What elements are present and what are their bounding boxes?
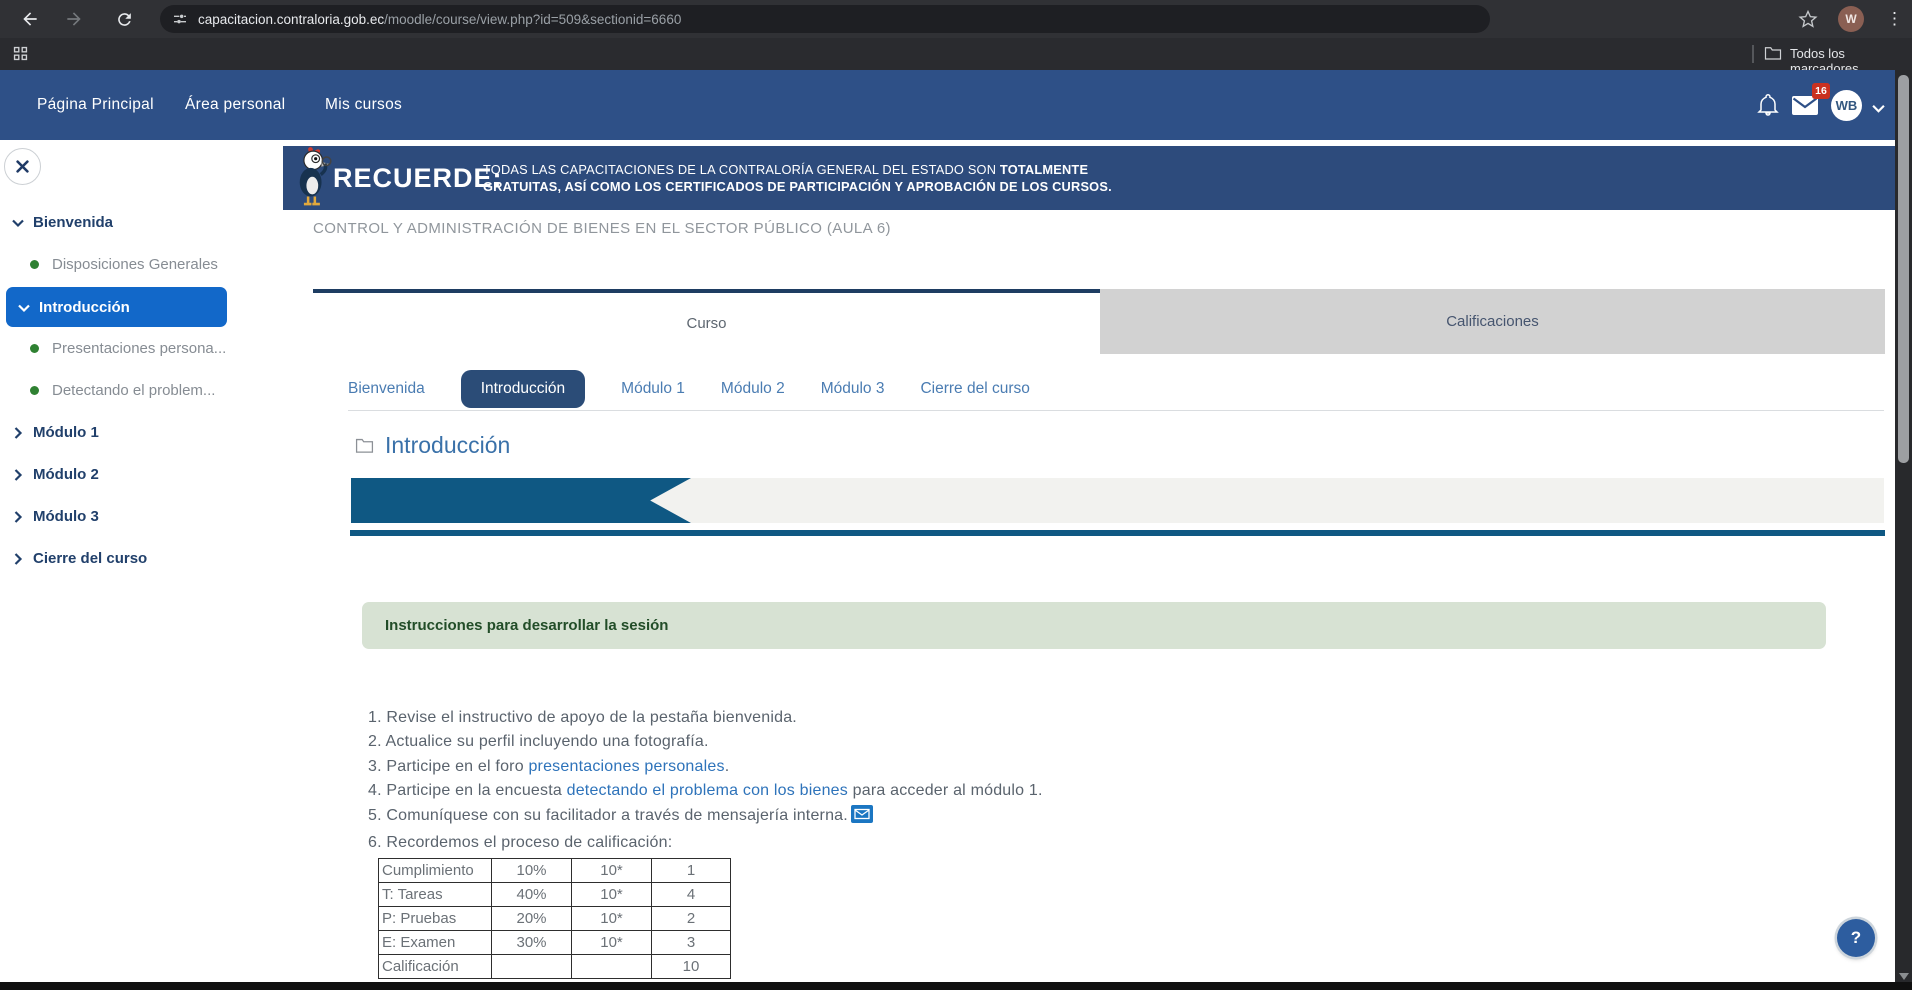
chevron-right-icon	[12, 468, 24, 480]
back-icon[interactable]	[18, 7, 42, 31]
ribbon-banner-shape	[351, 478, 691, 523]
list-item: 1. Revise el instructivo de apoyo de la …	[368, 706, 1043, 730]
completion-dot-icon	[30, 344, 39, 353]
subtab-cierre-del-curso[interactable]: Cierre del curso	[920, 380, 1029, 398]
browser-profile-avatar[interactable]: W	[1838, 6, 1864, 32]
bookmarks-bar: Todos los marcadores	[0, 38, 1912, 70]
subtab-modulo-1[interactable]: Módulo 1	[621, 380, 685, 398]
close-sidebar-button[interactable]	[4, 148, 41, 185]
course-index-sidebar: Bienvenida Disposiciones Generales Intro…	[0, 140, 283, 982]
section-heading-text: Introducción	[385, 432, 510, 459]
message-count-badge: 16	[1812, 83, 1830, 99]
bottom-edge-bar	[0, 982, 1912, 990]
sidebar-item-modulo-2[interactable]: Módulo 2	[0, 461, 283, 487]
user-avatar[interactable]: WB	[1831, 90, 1862, 121]
table-row: Cumplimiento 10% 10* 1	[379, 859, 731, 883]
instructions-list: 1. Revise el instructivo de apoyo de la …	[368, 706, 1043, 855]
subtabs-divider	[348, 410, 1884, 411]
reload-icon[interactable]	[112, 7, 136, 31]
site-navbar: Página Principal Área personal Mis curso…	[0, 70, 1895, 140]
browser-toolbar: capacitacion.contraloria.gob.ec/moodle/c…	[0, 0, 1912, 38]
table-row: P: Pruebas 20% 10* 2	[379, 907, 731, 931]
course-main-area: RECUERDE: TODAS LAS CAPACITACIONES DE LA…	[283, 140, 1895, 982]
table-row: Calificación 10	[379, 955, 731, 979]
list-item: 5. Comuníquese con su facilitador a trav…	[368, 804, 1043, 831]
nav-mis-cursos[interactable]: Mis cursos	[325, 70, 402, 140]
chevron-right-icon	[12, 426, 24, 438]
page-scrollbar[interactable]	[1895, 70, 1912, 990]
user-menu-chevron-icon[interactable]	[1872, 100, 1885, 118]
sidebar-item-introduccion[interactable]: Introducción	[6, 287, 227, 327]
url-domain: capacitacion.contraloria.gob.ec	[198, 12, 384, 27]
sidebar-item-bienvenida[interactable]: Bienvenida	[0, 209, 283, 235]
sidebar-item-presentaciones-personales[interactable]: Presentaciones persona...	[0, 335, 283, 361]
table-row: E: Examen 30% 10* 3	[379, 931, 731, 955]
list-item: 3. Participe en el foro presentaciones p…	[368, 755, 1043, 779]
section-tabs: Bienvenida Introducción Módulo 1 Módulo …	[348, 368, 1030, 410]
chevron-right-icon	[12, 552, 24, 564]
grading-table: Cumplimiento 10% 10* 1 T: Tareas 40% 10*…	[378, 858, 731, 979]
mail-icon[interactable]	[851, 805, 873, 831]
list-item: 4. Participe en la encuesta detectando e…	[368, 779, 1043, 803]
forum-link[interactable]: presentaciones personales	[528, 758, 724, 775]
mascot-bird-icon	[293, 143, 335, 218]
sidebar-item-detectando-el-problema[interactable]: Detectando el problem...	[0, 377, 283, 403]
completion-dot-icon	[30, 386, 39, 395]
nav-area-personal[interactable]: Área personal	[185, 70, 285, 140]
forward-icon[interactable]	[62, 7, 86, 31]
section-heading: Introducción	[355, 432, 510, 459]
tab-calificaciones[interactable]: Calificaciones	[1100, 289, 1885, 354]
sidebar-item-modulo-3[interactable]: Módulo 3	[0, 503, 283, 529]
site-settings-icon[interactable]	[172, 11, 188, 27]
url-path: /moodle/course/view.php?id=509&sectionid…	[384, 12, 681, 27]
subtab-modulo-2[interactable]: Módulo 2	[721, 380, 785, 398]
scrollbar-thumb[interactable]	[1898, 75, 1909, 463]
section-divider-bar	[350, 530, 1885, 536]
bookmarks-divider	[1752, 45, 1754, 63]
instructions-box: Instrucciones para desarrollar la sesión	[362, 602, 1826, 649]
course-view-tabs: Curso Calificaciones	[313, 289, 1885, 354]
sidebar-item-disposiciones-generales[interactable]: Disposiciones Generales	[0, 251, 283, 277]
folder-icon	[355, 437, 374, 454]
banner-lead-text: RECUERDE:	[333, 146, 503, 210]
table-row: T: Tareas 40% 10* 4	[379, 883, 731, 907]
subtab-modulo-3[interactable]: Módulo 3	[821, 380, 885, 398]
chevron-down-icon	[12, 216, 24, 228]
banner-message: TODAS LAS CAPACITACIONES DE LA CONTRALOR…	[483, 161, 1112, 195]
bookmarks-folder-icon[interactable]	[1764, 45, 1782, 66]
sidebar-item-modulo-1[interactable]: Módulo 1	[0, 419, 283, 445]
instructions-title: Instrucciones para desarrollar la sesión	[362, 602, 1826, 649]
completion-dot-icon	[30, 260, 39, 269]
reminder-banner: RECUERDE: TODAS LAS CAPACITACIONES DE LA…	[283, 146, 1895, 210]
messages-envelope-icon[interactable]	[1792, 96, 1818, 121]
browser-menu-icon[interactable]: ⋮	[1886, 7, 1903, 31]
survey-link[interactable]: detectando el problema con los bienes	[567, 782, 848, 799]
notifications-bell-icon[interactable]	[1756, 92, 1780, 123]
course-title: CONTROL Y ADMINISTRACIÓN DE BIENES EN EL…	[313, 220, 891, 237]
apps-grid-icon[interactable]	[12, 45, 29, 67]
url-bar[interactable]: capacitacion.contraloria.gob.ec/moodle/c…	[160, 5, 1490, 33]
chevron-right-icon	[12, 510, 24, 522]
nav-pagina-principal[interactable]: Página Principal	[37, 70, 154, 140]
sidebar-item-cierre-del-curso[interactable]: Cierre del curso	[0, 545, 283, 571]
bookmark-star-icon[interactable]	[1796, 7, 1820, 31]
tab-curso[interactable]: Curso	[313, 289, 1100, 354]
scroll-down-arrow-icon[interactable]	[1899, 973, 1909, 980]
ribbon-strip	[351, 478, 1884, 523]
chevron-down-icon	[18, 301, 30, 313]
subtab-introduccion[interactable]: Introducción	[461, 370, 585, 408]
help-button[interactable]: ?	[1837, 919, 1875, 957]
list-item: 2. Actualice su perfil incluyendo una fo…	[368, 730, 1043, 754]
list-item: 6. Recordemos el proceso de calificación…	[368, 831, 1043, 855]
url-text: capacitacion.contraloria.gob.ec/moodle/c…	[198, 12, 681, 27]
subtab-bienvenida[interactable]: Bienvenida	[348, 380, 425, 398]
screenshot-frame: capacitacion.contraloria.gob.ec/moodle/c…	[0, 0, 1912, 990]
